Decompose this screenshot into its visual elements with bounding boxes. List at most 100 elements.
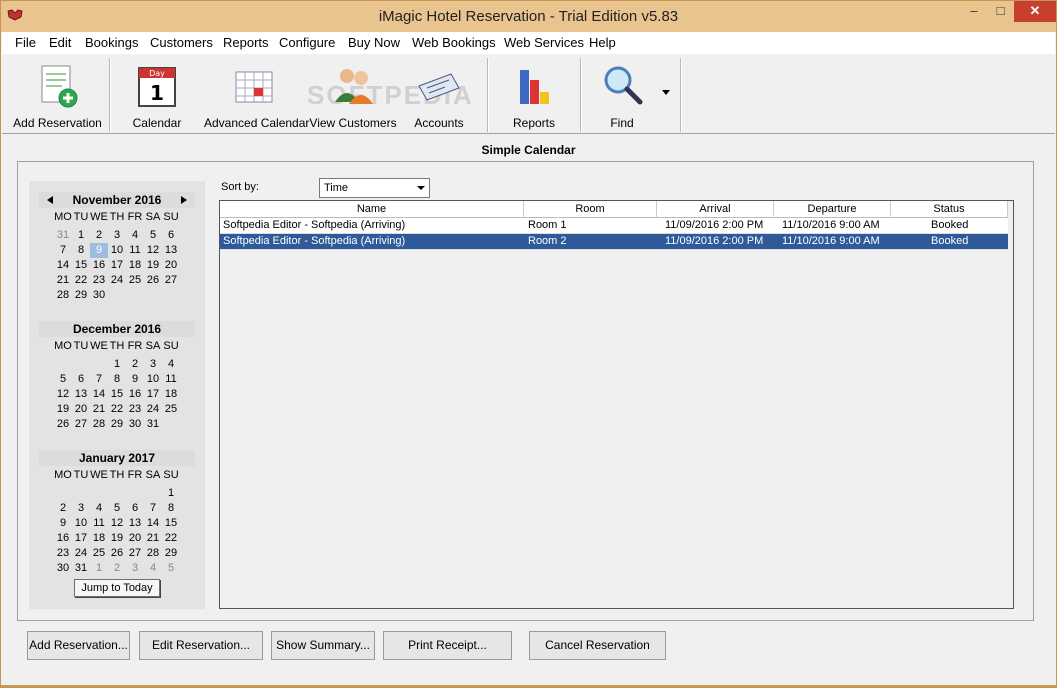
- day-cell[interactable]: 7: [54, 243, 72, 258]
- column-header-name[interactable]: Name: [220, 201, 524, 218]
- day-cell[interactable]: 11: [90, 516, 108, 531]
- day-cell[interactable]: 15: [108, 387, 126, 402]
- day-cell[interactable]: 27: [72, 417, 90, 432]
- day-cell[interactable]: 8: [72, 243, 90, 258]
- day-cell[interactable]: 3: [108, 228, 126, 243]
- column-header-room[interactable]: Room: [524, 201, 657, 218]
- day-cell[interactable]: 2: [54, 501, 72, 516]
- day-cell[interactable]: 18: [162, 387, 180, 402]
- day-cell[interactable]: 24: [108, 273, 126, 288]
- day-cell[interactable]: 15: [162, 516, 180, 531]
- day-cell[interactable]: 4: [126, 228, 144, 243]
- day-cell[interactable]: 11: [162, 372, 180, 387]
- day-cell[interactable]: 6: [162, 228, 180, 243]
- day-cell[interactable]: 3: [126, 561, 144, 576]
- day-cell[interactable]: 8: [108, 372, 126, 387]
- menu-file[interactable]: File: [15, 34, 36, 51]
- day-cell[interactable]: 18: [90, 531, 108, 546]
- day-cell[interactable]: 29: [162, 546, 180, 561]
- day-cell[interactable]: 5: [54, 372, 72, 387]
- day-cell[interactable]: 12: [54, 387, 72, 402]
- day-cell[interactable]: 14: [90, 387, 108, 402]
- edit-reservation-button[interactable]: Edit Reservation...: [139, 631, 263, 660]
- day-cell[interactable]: 23: [126, 402, 144, 417]
- sort-by-select[interactable]: Time: [319, 178, 430, 198]
- day-cell[interactable]: 14: [54, 258, 72, 273]
- day-cell[interactable]: 19: [108, 531, 126, 546]
- day-cell[interactable]: 28: [90, 417, 108, 432]
- column-header-departure[interactable]: Departure: [774, 201, 891, 218]
- day-cell[interactable]: 17: [72, 531, 90, 546]
- reports-tool[interactable]: Reports: [501, 58, 567, 130]
- day-cell[interactable]: 2: [126, 357, 144, 372]
- day-cell[interactable]: 25: [162, 402, 180, 417]
- day-cell[interactable]: 27: [126, 546, 144, 561]
- prev-month-icon[interactable]: [47, 196, 53, 204]
- day-cell[interactable]: 20: [162, 258, 180, 273]
- find-dropdown-icon[interactable]: [662, 90, 670, 96]
- table-row[interactable]: Softpedia Editor - Softpedia (Arriving) …: [220, 218, 1008, 234]
- day-cell[interactable]: 30: [90, 288, 108, 303]
- day-cell[interactable]: 22: [72, 273, 90, 288]
- minimize-button[interactable]: –: [961, 1, 987, 22]
- day-cell[interactable]: 3: [144, 357, 162, 372]
- day-cell[interactable]: 13: [162, 243, 180, 258]
- day-cell[interactable]: 17: [108, 258, 126, 273]
- print-receipt-button[interactable]: Print Receipt...: [383, 631, 512, 660]
- find-tool[interactable]: Find: [592, 58, 652, 130]
- menu-web-bookings[interactable]: Web Bookings: [412, 34, 496, 51]
- jump-to-today-button[interactable]: Jump to Today: [74, 579, 160, 597]
- day-cell[interactable]: 6: [72, 372, 90, 387]
- day-cell[interactable]: 24: [144, 402, 162, 417]
- menu-help[interactable]: Help: [589, 34, 616, 51]
- day-cell[interactable]: 28: [54, 288, 72, 303]
- day-cell[interactable]: 30: [54, 561, 72, 576]
- day-cell[interactable]: 22: [108, 402, 126, 417]
- day-cell[interactable]: 6: [126, 501, 144, 516]
- column-header-status[interactable]: Status: [891, 201, 1008, 218]
- day-cell[interactable]: 10: [144, 372, 162, 387]
- calendar-tool[interactable]: Day 1 Calendar: [122, 58, 192, 130]
- day-cell[interactable]: 5: [108, 501, 126, 516]
- day-cell[interactable]: 5: [162, 561, 180, 576]
- add-reservation-tool[interactable]: Add Reservation: [10, 58, 105, 130]
- day-cell[interactable]: 7: [90, 372, 108, 387]
- day-cell[interactable]: 26: [54, 417, 72, 432]
- day-cell[interactable]: 16: [126, 387, 144, 402]
- day-cell[interactable]: 25: [126, 273, 144, 288]
- menu-buy-now[interactable]: Buy Now: [348, 34, 400, 51]
- day-cell[interactable]: 27: [162, 273, 180, 288]
- day-cell[interactable]: 1: [90, 561, 108, 576]
- day-cell[interactable]: 31: [72, 561, 90, 576]
- day-cell[interactable]: 21: [144, 531, 162, 546]
- day-cell[interactable]: 1: [72, 228, 90, 243]
- menu-edit[interactable]: Edit: [49, 34, 71, 51]
- day-cell[interactable]: 12: [108, 516, 126, 531]
- day-cell[interactable]: 19: [54, 402, 72, 417]
- day-cell[interactable]: 7: [144, 501, 162, 516]
- cancel-reservation-button[interactable]: Cancel Reservation: [529, 631, 666, 660]
- day-cell[interactable]: 22: [162, 531, 180, 546]
- maximize-button[interactable]: □: [987, 1, 1014, 22]
- menu-customers[interactable]: Customers: [150, 34, 213, 51]
- day-cell[interactable]: 1: [162, 486, 180, 501]
- day-cell[interactable]: 2: [108, 561, 126, 576]
- day-cell[interactable]: 13: [72, 387, 90, 402]
- view-customers-tool[interactable]: View Customers: [309, 58, 397, 130]
- table-row-selected[interactable]: Softpedia Editor - Softpedia (Arriving) …: [220, 234, 1008, 250]
- add-reservation-button[interactable]: Add Reservation...: [27, 631, 130, 660]
- day-cell[interactable]: 5: [144, 228, 162, 243]
- day-cell[interactable]: 11: [126, 243, 144, 258]
- day-cell[interactable]: 23: [54, 546, 72, 561]
- day-cell[interactable]: 9: [126, 372, 144, 387]
- day-cell[interactable]: 4: [162, 357, 180, 372]
- day-cell[interactable]: 28: [144, 546, 162, 561]
- day-cell[interactable]: 15: [72, 258, 90, 273]
- show-summary-button[interactable]: Show Summary...: [271, 631, 375, 660]
- day-cell[interactable]: 19: [144, 258, 162, 273]
- day-cell[interactable]: 2: [90, 228, 108, 243]
- day-cell[interactable]: 18: [126, 258, 144, 273]
- day-cell[interactable]: 30: [126, 417, 144, 432]
- day-cell[interactable]: 29: [72, 288, 90, 303]
- day-cell[interactable]: 31: [144, 417, 162, 432]
